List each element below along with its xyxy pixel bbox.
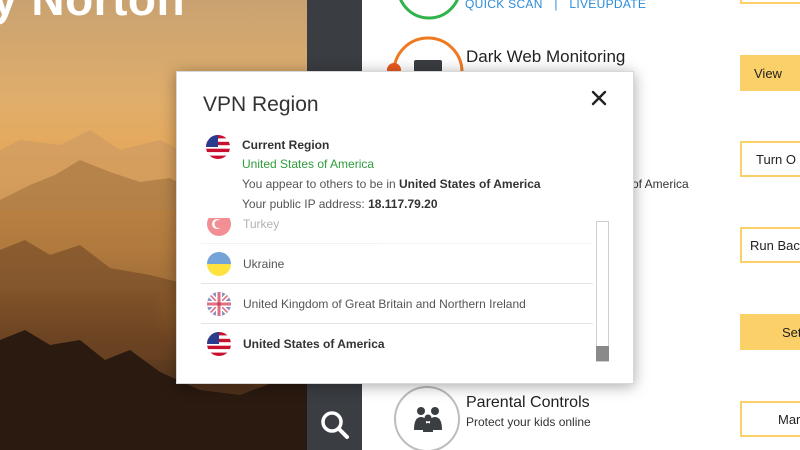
usa-flag-icon [206, 135, 230, 159]
parental-controls-title[interactable]: Parental Controls [466, 394, 590, 412]
appear-location-text: You appear to others to be in United Sta… [242, 177, 541, 191]
region-item-ukraine[interactable]: Ukraine [201, 244, 593, 284]
search-button[interactable] [318, 408, 352, 442]
dark-web-monitoring-title[interactable]: Dark Web Monitoring [466, 47, 625, 67]
link-separator: | [554, 0, 558, 11]
region-name: Turkey [243, 218, 280, 231]
region-item-united-kingdom[interactable]: United Kingdom of Great Britain and Nort… [201, 284, 593, 324]
dialog-title: VPN Region [203, 93, 319, 116]
region-name: Ukraine [243, 257, 285, 271]
vpn-region-dialog: VPN Region Current Region United States … [176, 71, 634, 384]
quick-scan-link[interactable]: QUICK SCAN [465, 0, 543, 11]
region-item-turkey[interactable]: Turkey [201, 218, 593, 244]
current-region-value: United States of America [242, 157, 375, 171]
turkey-flag-icon [207, 218, 231, 236]
view-button[interactable]: View [740, 55, 800, 91]
scrollbar-track[interactable] [596, 221, 609, 362]
turn-on-button[interactable]: Turn O [740, 141, 800, 177]
dark-web-ring [387, 36, 464, 76]
quick-links: QUICK SCAN | LIVEUPDATE [465, 0, 646, 11]
close-icon [591, 90, 607, 106]
scrollbar-thumb[interactable] [596, 346, 609, 361]
usa-flag-icon [207, 332, 231, 356]
parental-controls-subtitle: Protect your kids online [466, 415, 591, 429]
public-ip-text: Your public IP address: 18.117.79.20 [242, 197, 438, 211]
current-region-label: Current Region [242, 138, 330, 152]
region-list[interactable]: Turkey Ukraine United Kingdom of Great B… [201, 218, 595, 364]
region-name: United Kingdom of Great Britain and Nort… [243, 297, 526, 311]
family-icon [414, 407, 442, 432]
set-button[interactable]: Set [740, 314, 800, 350]
liveupdate-link[interactable]: LIVEUPDATE [569, 0, 646, 11]
region-item-usa[interactable]: United States of America [201, 324, 593, 364]
security-status-ring [399, 0, 459, 20]
close-button[interactable] [587, 86, 611, 110]
brand-wordmark: y Norton [0, 0, 185, 26]
uk-flag-icon [207, 292, 231, 316]
background-text: of America [632, 177, 689, 191]
manage-button[interactable]: Mar [740, 401, 800, 437]
search-icon [321, 411, 349, 439]
run-backup-button[interactable]: Run Bac [740, 227, 800, 263]
top-button-edge[interactable] [740, 0, 800, 4]
ukraine-flag-icon [207, 252, 231, 276]
region-name: United States of America [243, 337, 385, 351]
